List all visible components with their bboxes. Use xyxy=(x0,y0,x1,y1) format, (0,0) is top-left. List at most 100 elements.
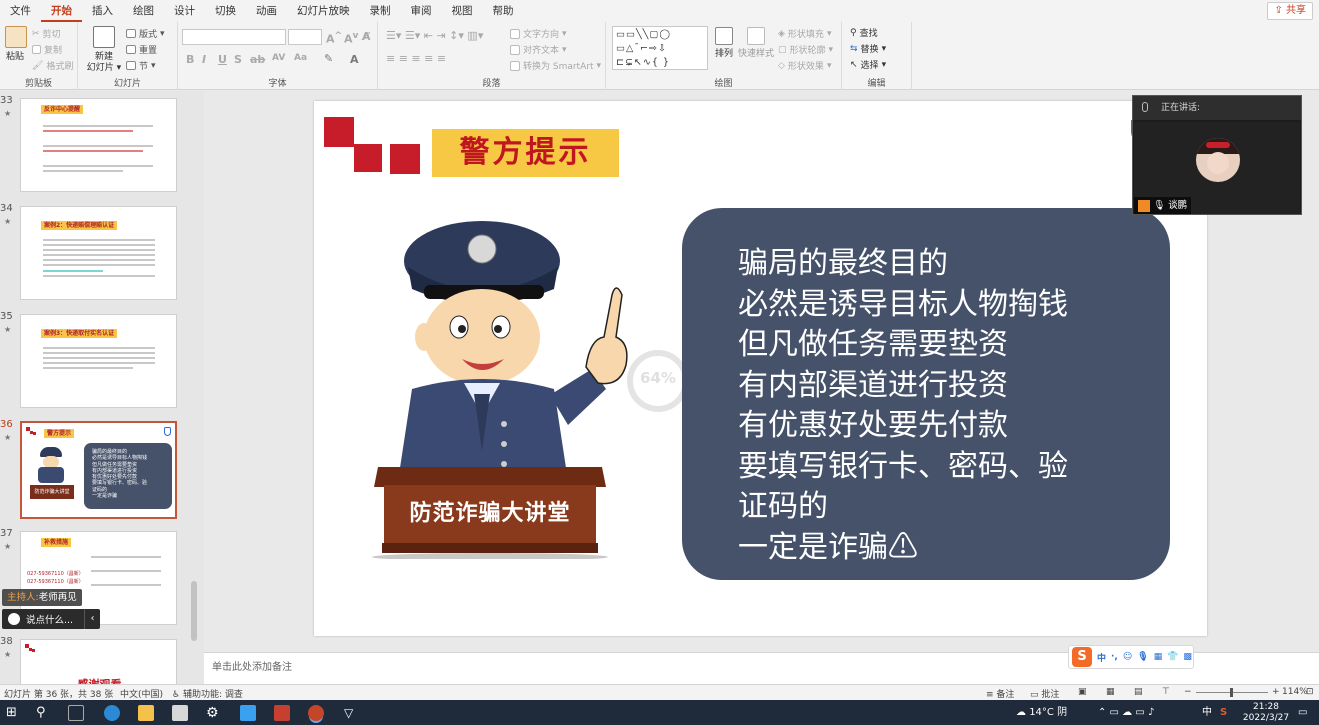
weather[interactable]: ☁ 14°C 阴 xyxy=(1016,700,1067,725)
arrange-button[interactable]: 排列 xyxy=(714,27,734,60)
video-tile[interactable]: 正在讲话: 🎙 谈鹏 xyxy=(1132,95,1302,215)
ime-mode[interactable]: 中 xyxy=(1097,651,1106,664)
skin-icon[interactable]: 👕 xyxy=(1167,652,1178,662)
notes-button[interactable]: ≡ 备注 xyxy=(986,687,1014,700)
zoom-out-icon[interactable]: − xyxy=(1184,687,1192,697)
strikethrough-button[interactable]: ab xyxy=(250,53,265,66)
replace-button[interactable]: ⇆ 替换 ▾ xyxy=(850,42,886,56)
task-view-icon[interactable] xyxy=(68,705,84,721)
menu-tab-3[interactable]: 绘图 xyxy=(123,0,164,22)
format-painter-button[interactable]: 🖌 格式刷 xyxy=(32,59,73,73)
current-slide[interactable]: 警方提示 防范诈骗大讲堂 64% 骗局的最终目的 必然是诱导目标人物掏钱 但凡做… xyxy=(314,101,1207,636)
comment-bar[interactable]: 说点什么... ‹ xyxy=(2,609,100,629)
clock[interactable]: 21:28 2022/3/27 xyxy=(1240,702,1292,724)
underline-button[interactable]: U xyxy=(218,53,227,66)
winrar-icon[interactable] xyxy=(274,705,290,721)
italic-button[interactable]: I xyxy=(202,53,206,66)
tray-icons[interactable]: ⌃ ▭ ☁ ▭ ♪ xyxy=(1098,700,1154,725)
decrease-font-button[interactable]: Av xyxy=(344,30,358,46)
ime-indicator[interactable]: 中 xyxy=(1202,700,1212,725)
font-size-select[interactable] xyxy=(288,29,322,45)
menu-tab-0[interactable]: 文件 xyxy=(0,0,41,22)
normal-view-icon[interactable]: ▣ xyxy=(1078,687,1087,697)
powerpoint-icon[interactable] xyxy=(308,705,324,721)
sogou-tray-icon[interactable]: S xyxy=(1220,700,1227,725)
menu-tab-4[interactable]: 设计 xyxy=(164,0,205,22)
collapse-arrow-icon[interactable]: ‹ xyxy=(84,609,100,629)
store-icon[interactable] xyxy=(172,705,188,721)
shapes-gallery[interactable]: ▭▭╲╲▢◯ ▭△ˉ⌐⇨⇩ ⊏⊊↖∿{ } xyxy=(612,26,708,70)
shape-effects-button[interactable]: ◇ 形状效果 ▾ xyxy=(778,59,831,73)
reset-button[interactable]: 重置 xyxy=(126,43,157,56)
layout-button[interactable]: 版式 ▾ xyxy=(126,27,165,40)
zoom-level[interactable]: 114% xyxy=(1282,687,1308,697)
copy-button[interactable]: 复制 xyxy=(32,43,62,56)
file-explorer-icon[interactable] xyxy=(138,705,154,721)
section-button[interactable]: 节 ▾ xyxy=(126,59,156,72)
char-spacing-button[interactable]: AV xyxy=(272,53,285,63)
shape-fill-button[interactable]: ◈ 形状填充 ▾ xyxy=(778,27,831,41)
slide-thumbnail-34[interactable]: 案例2：快递赔偿理赔认证 xyxy=(20,206,177,300)
bold-button[interactable]: B xyxy=(186,53,194,66)
punct-icon[interactable]: ·, xyxy=(1111,652,1118,662)
speech-bubble[interactable]: 骗局的最终目的 必然是诱导目标人物掏钱 但凡做任务需要垫资 有内部渠道进行投资 有优惠好… xyxy=(682,208,1170,580)
edge-icon[interactable] xyxy=(104,705,120,721)
reading-view-icon[interactable]: ▤ xyxy=(1134,687,1143,697)
app-icon[interactable] xyxy=(240,705,256,721)
menu-tab-7[interactable]: 幻灯片放映 xyxy=(287,0,360,22)
change-case-button[interactable]: Aa xyxy=(294,53,307,63)
highlight-button[interactable]: ✎ xyxy=(324,52,333,65)
select-button[interactable]: ↖ 选择 ▾ xyxy=(850,58,886,72)
notification-icon[interactable]: ▭ xyxy=(1298,700,1307,725)
paste-button[interactable]: 粘贴 xyxy=(5,26,27,63)
menu-tab-6[interactable]: 动画 xyxy=(246,0,287,22)
language[interactable]: 中文(中国) xyxy=(120,687,163,700)
thumbnail-scrollbar[interactable] xyxy=(190,91,198,685)
comments-button[interactable]: ▭ 批注 xyxy=(1030,687,1059,700)
tools-icon[interactable]: ▩ xyxy=(1183,652,1192,662)
zoom-in-icon[interactable]: + xyxy=(1272,687,1280,697)
slideshow-icon[interactable]: ⊤ xyxy=(1162,687,1170,697)
increase-font-button[interactable]: A^ xyxy=(326,30,342,46)
share-button[interactable]: ⇪ 共享 xyxy=(1267,2,1313,20)
clear-format-button[interactable]: A̸ xyxy=(362,30,371,43)
align-text-button[interactable]: 对齐文本 ▾ xyxy=(510,43,567,56)
menu-tab-1[interactable]: 开始 xyxy=(41,0,82,22)
menu-tab-9[interactable]: 审阅 xyxy=(401,0,442,22)
smartart-button[interactable]: 转换为 SmartArt ▾ xyxy=(510,59,601,72)
emoji-icon[interactable]: ☺ xyxy=(1123,652,1132,662)
zoom-slider-thumb[interactable] xyxy=(1230,688,1233,697)
new-slide-button[interactable]: 新建 幻灯片 ▾ xyxy=(84,26,124,74)
slide-thumbnail-33[interactable]: 反诈中心提醒 xyxy=(20,98,177,192)
menu-tab-2[interactable]: 插入 xyxy=(82,0,123,22)
bullets-button[interactable]: ☰▾ ☰▾ ⇤ ⇥ ↕▾ ▥▾ xyxy=(386,29,483,42)
slide-thumbnail-35[interactable]: 案例3：快递取付实名认证 xyxy=(20,314,177,408)
menu-tab-11[interactable]: 帮助 xyxy=(483,0,524,22)
fit-slide-icon[interactable]: ⊡ xyxy=(1306,687,1314,697)
align-buttons[interactable]: ≡ ≡ ≡ ≡ ≡ xyxy=(386,52,446,65)
search-icon[interactable]: ⚲ xyxy=(36,705,52,721)
slide-thumbnail-36[interactable]: 警方提示 骗局的最终目的 必然是诱导目标人物掏钱 但凡做任务需要垫资 有内部渠道进行… xyxy=(20,421,177,519)
windows-start-icon[interactable]: ⊞ xyxy=(6,705,22,721)
menu-tab-5[interactable]: 切换 xyxy=(205,0,246,22)
settings-gear-icon[interactable]: ⚙ xyxy=(206,705,222,721)
emoji-icon[interactable] xyxy=(8,613,20,625)
find-button[interactable]: ⚲ 查找 xyxy=(850,26,878,40)
keyboard-icon[interactable]: ▦ xyxy=(1154,652,1163,662)
text-direction-button[interactable]: 文字方向 ▾ xyxy=(510,27,567,40)
accessibility-status[interactable]: ♿ 辅助功能: 调查 xyxy=(172,687,243,700)
sorter-view-icon[interactable]: ▦ xyxy=(1106,687,1115,697)
shadow-button[interactable]: S xyxy=(234,53,242,66)
quick-styles-button[interactable]: 快速样式 xyxy=(738,27,774,60)
ime-toolbar[interactable]: S 中 ·, ☺ 🎙 ▦ 👕 ▩ xyxy=(1068,645,1194,669)
menu-tab-8[interactable]: 录制 xyxy=(360,0,401,22)
slide-thumbnail-38[interactable]: 感谢观看 xyxy=(20,639,177,685)
cut-button[interactable]: ✂ 剪切 xyxy=(32,27,61,41)
menu-tab-10[interactable]: 视图 xyxy=(442,0,483,22)
font-color-button[interactable]: A xyxy=(350,53,359,66)
scrollbar-thumb[interactable] xyxy=(191,581,197,641)
mic-icon[interactable]: 🎙 xyxy=(1137,652,1148,662)
font-family-select[interactable] xyxy=(182,29,286,45)
shape-outline-button[interactable]: ▢ 形状轮廓 ▾ xyxy=(778,43,833,57)
wolf-app-icon[interactable]: ▽ xyxy=(344,705,360,721)
